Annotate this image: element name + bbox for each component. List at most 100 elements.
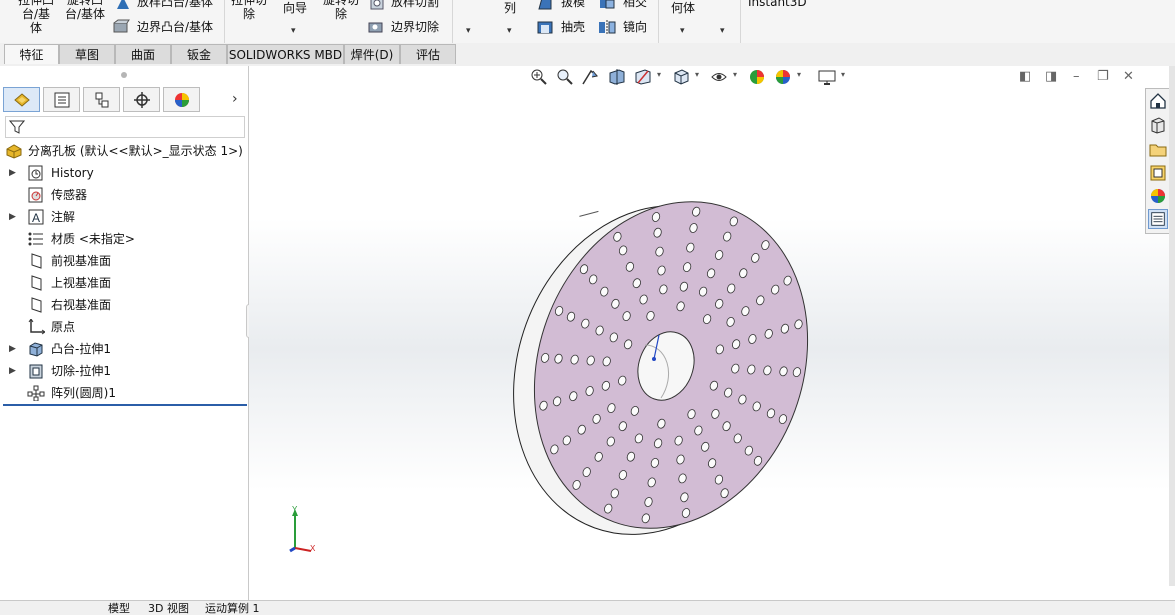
command-manager-ribbon: 拉伸凸台/基体 旋转凸台/基体 放样凸台/基体 边界凸台/基体 拉伸切除 向导 … (0, 0, 1175, 44)
extrude-boss-label: 拉伸凸台/基体 (17, 0, 54, 35)
tree-item-annotations[interactable]: ▶ A 注解 (0, 206, 248, 228)
property-manager-icon (54, 92, 70, 108)
boundary-cut-icon (368, 22, 383, 33)
command-manager-tabs: 特征 草图 曲面 钣金 SOLIDWORKS MBD 焊件(D) 评估 (0, 43, 1175, 67)
extrude-cut-label: 拉伸切除 (231, 0, 268, 21)
curves-dropdown-icon[interactable]: ▾ (720, 26, 725, 36)
dimxpert-tab[interactable] (123, 87, 160, 112)
chevron-right-icon[interactable]: › (232, 91, 238, 107)
circular-pattern-icon (27, 385, 45, 401)
expand-arrow-icon[interactable]: ▶ (9, 206, 16, 228)
tree-item-label: 注解 (51, 210, 76, 224)
sensor-icon (28, 187, 43, 203)
tree-item-right-plane[interactable]: 右视基准面 (0, 294, 248, 316)
tree-item-history[interactable]: ▶ History (0, 162, 248, 184)
feature-manager-tab[interactable] (3, 87, 40, 112)
tree-item-material[interactable]: 材质 <未指定> (0, 228, 248, 250)
boundary-boss-button[interactable]: 边界凸台/基体 (137, 20, 213, 34)
display-manager-icon (175, 93, 189, 107)
tree-item-top-plane[interactable]: 上视基准面 (0, 272, 248, 294)
pattern-dropdown-icon[interactable]: ▾ (507, 26, 512, 36)
draft-icon (538, 0, 552, 10)
reference-geometry-dropdown-icon[interactable]: ▾ (680, 26, 685, 36)
fillet-dropdown-icon[interactable]: ▾ (466, 26, 471, 36)
tree-item-front-plane[interactable]: 前视基准面 (0, 250, 248, 272)
annotation-icon: A (28, 209, 44, 225)
tree-item-label: 原点 (51, 320, 76, 334)
boundary-cut-button[interactable]: 边界切除 (391, 20, 439, 34)
tree-item-label: 传感器 (51, 188, 88, 202)
tree-item-boss-extrude[interactable]: ▶ 凸台-拉伸1 (0, 338, 248, 360)
filter-icon (9, 120, 25, 134)
cut-extrude-icon (29, 364, 43, 379)
tree-item-label: 凸台-拉伸1 (51, 342, 111, 356)
origin-point-marker (652, 357, 656, 361)
tree-root[interactable]: 分离孔板 (默认<<默认>_显示状态 1>) (0, 140, 248, 162)
boundary-boss-icon (113, 19, 130, 33)
tab-mbd[interactable]: SOLIDWORKS MBD (227, 44, 344, 64)
hole-wizard-dropdown-icon[interactable]: ▾ (291, 26, 296, 36)
tab-evaluate[interactable]: 评估 (400, 44, 456, 64)
revolve-boss-button[interactable]: 旋转凸台/基体 (64, 0, 106, 21)
origin-icon (28, 319, 45, 335)
perforated-plate-model[interactable] (249, 66, 1175, 610)
tree-root-label: 分离孔板 (默认<<默认>_显示状态 1>) (28, 144, 243, 158)
plane-icon (31, 275, 42, 291)
plate-rim-edge (579, 210, 599, 217)
tab-features[interactable]: 特征 (4, 44, 59, 64)
tree-item-label: 右视基准面 (51, 298, 112, 312)
rollback-bar[interactable] (3, 404, 247, 406)
part-icon (6, 144, 22, 159)
tab-motion-study[interactable]: 运动算例 1 (205, 603, 260, 615)
tab-sheet-metal[interactable]: 钣金 (171, 44, 227, 64)
coordinate-triad: Y X (289, 505, 316, 553)
history-icon (28, 165, 43, 181)
tree-item-label: 前视基准面 (51, 254, 112, 268)
tab-weldments[interactable]: 焊件(D) (344, 44, 400, 64)
tree-item-sensors[interactable]: 传感器 (0, 184, 248, 206)
extrude-boss-button[interactable]: 拉伸凸台/基体 (16, 0, 56, 35)
loft-cut-button[interactable]: 放样切割 (391, 0, 439, 9)
tab-sketch[interactable]: 草图 (59, 44, 115, 64)
loft-boss-button[interactable]: 放样凸台/基体 (137, 0, 213, 9)
tab-3d-view[interactable]: 3D 视图 (148, 603, 189, 615)
tree-filter[interactable] (5, 116, 245, 138)
right-edge-strip (1169, 66, 1175, 586)
tab-surfaces[interactable]: 曲面 (115, 44, 171, 64)
extrude-cut-button[interactable]: 拉伸切除 (231, 0, 267, 21)
panel-grip[interactable] (121, 72, 127, 78)
feature-manager-panel: › 分离孔板 (默认<<默认>_显示状态 1>) ▶ History 传感器 ▶… (0, 66, 249, 610)
tree-item-label: 材质 <未指定> (51, 232, 135, 246)
expand-arrow-icon[interactable]: ▶ (9, 162, 16, 184)
graphics-area[interactable]: ▾ ▾ ▾ ▾ ▾ ◧ ◨ – ❐ ✕ Y X (249, 66, 1175, 610)
mirror-icon (599, 20, 616, 34)
material-icon (28, 232, 43, 246)
display-manager-tab[interactable] (163, 87, 200, 112)
tree-item-cut-extrude[interactable]: ▶ 切除-拉伸1 (0, 360, 248, 382)
tree-item-circular-pattern[interactable]: 阵列(圆周)1 (0, 382, 248, 404)
tree-item-label: History (51, 166, 94, 180)
loft-cut-icon (370, 0, 384, 10)
mirror-button[interactable]: 镜向 (623, 20, 647, 34)
configuration-manager-tab[interactable] (83, 87, 120, 112)
intersect-button[interactable]: 相交 (623, 0, 647, 9)
expand-arrow-icon[interactable]: ▶ (9, 360, 16, 382)
hole-wizard-button[interactable]: 向导 (283, 1, 307, 15)
tab-model[interactable]: 模型 (108, 603, 130, 615)
x-axis-label: X (310, 544, 316, 553)
property-manager-tab[interactable] (43, 87, 80, 112)
shell-button[interactable]: 抽壳 (561, 20, 585, 34)
instant3d-button[interactable]: Instant3D (748, 0, 807, 9)
tree-item-label: 上视基准面 (51, 276, 112, 290)
expand-arrow-icon[interactable]: ▶ (9, 338, 16, 360)
tree-item-origin[interactable]: 原点 (0, 316, 248, 338)
dimxpert-icon (134, 92, 150, 108)
intersect-icon (600, 0, 615, 9)
reference-geometry-button[interactable]: 何体 (671, 1, 695, 15)
revolve-cut-button[interactable]: 旋转切除 (323, 0, 359, 21)
draft-button[interactable]: 拔模 (561, 0, 585, 9)
tree-item-label: 阵列(圆周)1 (51, 386, 116, 400)
svg-text:A: A (32, 211, 40, 225)
pattern-button[interactable]: 列 (504, 1, 516, 15)
revolve-boss-label: 旋转凸台/基体 (64, 0, 106, 21)
